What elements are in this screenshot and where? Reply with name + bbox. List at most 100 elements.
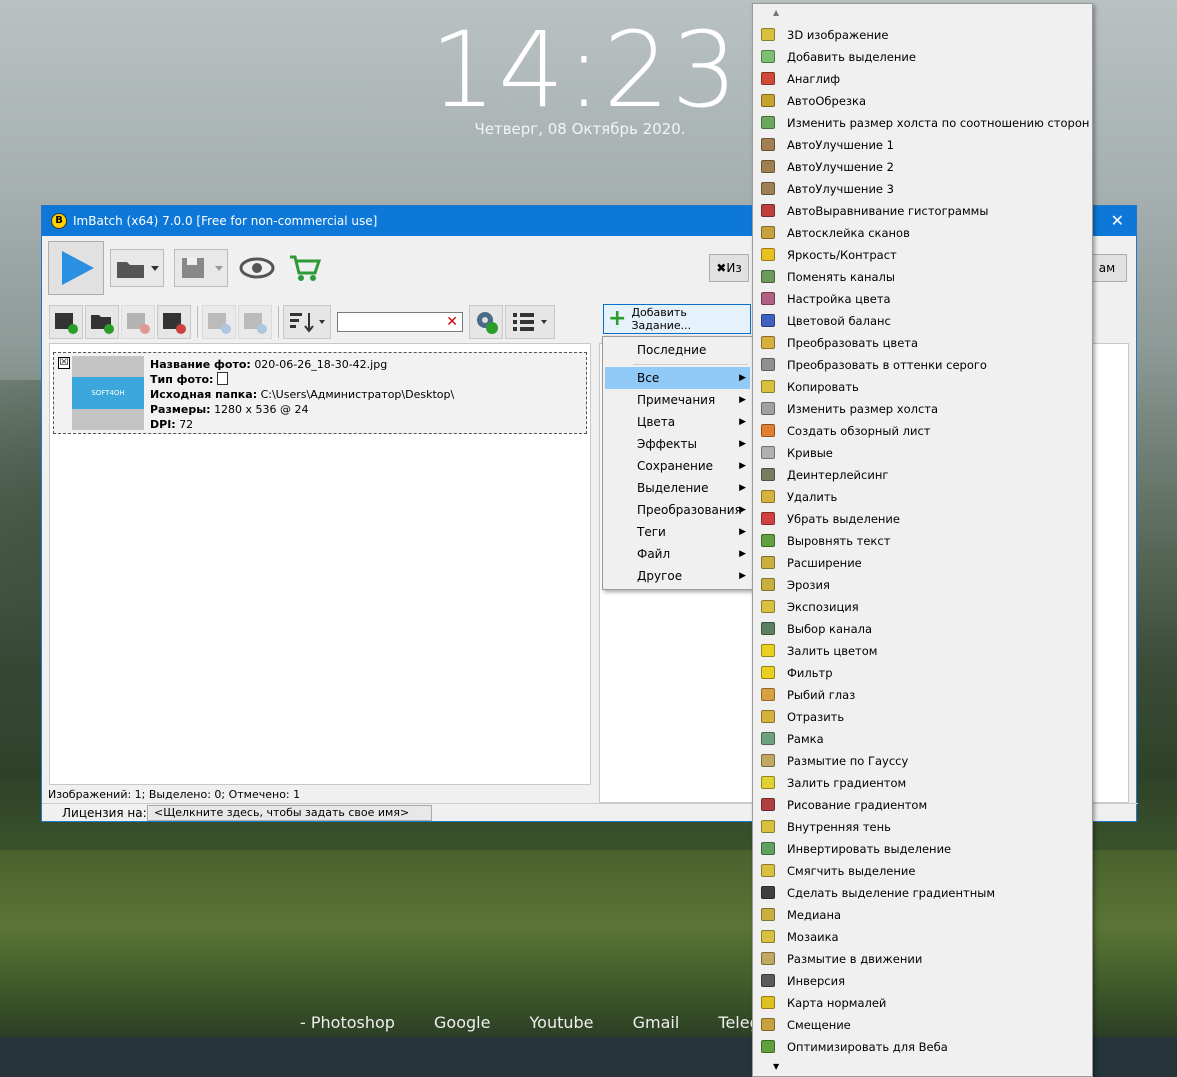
task-menu-item[interactable]: Выбор канала — [755, 618, 1090, 640]
task-menu-item[interactable]: Добавить выделение — [755, 46, 1090, 68]
remove-image-icon — [127, 313, 150, 334]
task-menu-item[interactable]: Смещение — [755, 1014, 1090, 1036]
task-menu-item[interactable]: АвтоУлучшение 2 — [755, 156, 1090, 178]
task-menu-item[interactable]: Изменить размер холста — [755, 398, 1090, 420]
search-input[interactable]: ✕ — [337, 312, 463, 332]
add-task-button[interactable]: + Добавить Задание... — [603, 304, 751, 334]
task-icon — [761, 1040, 775, 1053]
category-item[interactable]: Эффекты ▶ — [605, 433, 750, 455]
view-list-button[interactable] — [505, 305, 555, 339]
category-label: Цвета — [637, 415, 676, 429]
save-button[interactable] — [174, 249, 228, 287]
task-menu-item[interactable]: Выровнять текст — [755, 530, 1090, 552]
category-item[interactable]: Примечания ▶ — [605, 389, 750, 411]
task-label: Эрозия — [787, 578, 830, 592]
task-menu-item[interactable]: Экспозиция — [755, 596, 1090, 618]
task-menu-item[interactable]: 3D изображение — [755, 24, 1090, 46]
task-menu-item[interactable]: Залить цветом — [755, 640, 1090, 662]
task-menu-item[interactable]: Яркость/Контраст — [755, 244, 1090, 266]
run-button[interactable] — [48, 241, 104, 295]
task-menu-item[interactable]: Оптимизировать для Веба — [755, 1036, 1090, 1058]
right-button[interactable]: ам — [1087, 254, 1127, 282]
task-menu-item[interactable]: Деинтерлейсинг — [755, 464, 1090, 486]
close-button[interactable]: ✕ — [1111, 211, 1124, 230]
task-menu-item[interactable]: АвтоУлучшение 1 — [755, 134, 1090, 156]
task-menu-item[interactable]: Преобразовать цвета — [755, 332, 1090, 354]
task-menu-item[interactable]: Анаглиф — [755, 68, 1090, 90]
category-label: Теги — [637, 525, 666, 539]
task-menu-item[interactable]: АвтоУлучшение 3 — [755, 178, 1090, 200]
category-item[interactable]: Последние — [605, 339, 750, 361]
task-menu-item[interactable]: Карта нормалей — [755, 992, 1090, 1014]
type-label: Тип фото: — [150, 373, 214, 386]
task-menu-item[interactable]: Инвертировать выделение — [755, 838, 1090, 860]
move-up-button[interactable] — [202, 305, 236, 339]
task-menu-item[interactable]: Мозаика — [755, 926, 1090, 948]
add-image-button[interactable] — [49, 305, 83, 339]
cart-button[interactable] — [286, 249, 324, 287]
task-menu-item[interactable]: Цветовой баланс — [755, 310, 1090, 332]
task-menu-item[interactable]: Рамка — [755, 728, 1090, 750]
task-menu-item[interactable]: Автосклейка сканов — [755, 222, 1090, 244]
link-photoshop[interactable]: - Photoshop — [300, 1013, 395, 1032]
scroll-up-arrow[interactable]: ▲ — [773, 8, 779, 17]
clear-images-button[interactable] — [157, 305, 191, 339]
task-menu-item[interactable]: Убрать выделение — [755, 508, 1090, 530]
clear-search-icon[interactable]: ✕ — [446, 313, 458, 331]
task-icon — [761, 1018, 775, 1031]
task-label: Экспозиция — [787, 600, 859, 614]
category-item[interactable]: Теги ▶ — [605, 521, 750, 543]
task-menu-item[interactable]: Изменить размер холста по соотношению ст… — [755, 112, 1090, 134]
task-label: Рыбий глаз — [787, 688, 856, 702]
task-menu-item[interactable]: Преобразовать в оттенки серого — [755, 354, 1090, 376]
task-menu-item[interactable]: АвтоОбрезка — [755, 90, 1090, 112]
category-item[interactable]: Все ▶ — [605, 367, 750, 389]
task-menu-item[interactable]: АвтоВыравнивание гистограммы — [755, 200, 1090, 222]
category-item[interactable]: Другое ▶ — [605, 565, 750, 587]
link-gmail[interactable]: Gmail — [633, 1013, 680, 1032]
task-menu-item[interactable]: Настройка цвета — [755, 288, 1090, 310]
task-menu-item[interactable]: Удалить — [755, 486, 1090, 508]
task-menu-item[interactable]: Поменять каналы — [755, 266, 1090, 288]
image-item[interactable]: ☒ SOFT4OH Название фото: 020-06-26_18-30… — [53, 352, 587, 434]
move-down-button[interactable] — [238, 305, 272, 339]
task-menu-item[interactable]: Размытие в движении — [755, 948, 1090, 970]
scroll-down-arrow[interactable]: ▼ — [773, 1062, 779, 1071]
task-menu-item[interactable]: Отразить — [755, 706, 1090, 728]
license-field[interactable]: <Щелкните здесь, чтобы задать свое имя> — [147, 805, 432, 821]
tools-button[interactable]: ✖ Из — [709, 254, 749, 282]
task-menu-item[interactable]: Создать обзорный лист — [755, 420, 1090, 442]
task-menu-item[interactable]: Расширение — [755, 552, 1090, 574]
category-item[interactable]: Сохранение ▶ — [605, 455, 750, 477]
task-menu-item[interactable]: Копировать — [755, 376, 1090, 398]
menu-divider — [633, 364, 748, 365]
task-menu-item[interactable]: Залить градиентом — [755, 772, 1090, 794]
task-label: Изменить размер холста — [787, 402, 939, 416]
add-folder-button[interactable] — [85, 305, 119, 339]
task-menu-item[interactable]: Рисование градиентом — [755, 794, 1090, 816]
category-item[interactable]: Файл ▶ — [605, 543, 750, 565]
task-menu-item[interactable]: Внутренняя тень — [755, 816, 1090, 838]
check-settings-button[interactable] — [469, 305, 503, 339]
task-menu-item[interactable]: Сделать выделение градиентным — [755, 882, 1090, 904]
link-google[interactable]: Google — [434, 1013, 490, 1032]
item-checkbox[interactable]: ☒ — [58, 357, 70, 369]
task-menu-item[interactable]: Смягчить выделение — [755, 860, 1090, 882]
task-menu-item[interactable]: Инверсия — [755, 970, 1090, 992]
category-item[interactable]: Цвета ▶ — [605, 411, 750, 433]
preview-button[interactable] — [238, 249, 276, 287]
open-button[interactable] — [110, 249, 164, 287]
task-menu-item[interactable]: Кривые — [755, 442, 1090, 464]
task-menu-item[interactable]: Эрозия — [755, 574, 1090, 596]
task-menu-item[interactable]: Размытие по Гауссу — [755, 750, 1090, 772]
category-item[interactable]: Выделение ▶ — [605, 477, 750, 499]
task-menu-item[interactable]: Рыбий глаз — [755, 684, 1090, 706]
link-youtube[interactable]: Youtube — [530, 1013, 594, 1032]
remove-image-button[interactable] — [121, 305, 155, 339]
task-icon — [761, 820, 775, 833]
category-item[interactable]: Преобразования ▶ — [605, 499, 750, 521]
sort-button[interactable] — [283, 305, 331, 339]
task-menu-item[interactable]: Медиана — [755, 904, 1090, 926]
task-menu-item[interactable]: Фильтр — [755, 662, 1090, 684]
image-list[interactable]: ☒ SOFT4OH Название фото: 020-06-26_18-30… — [49, 343, 591, 785]
